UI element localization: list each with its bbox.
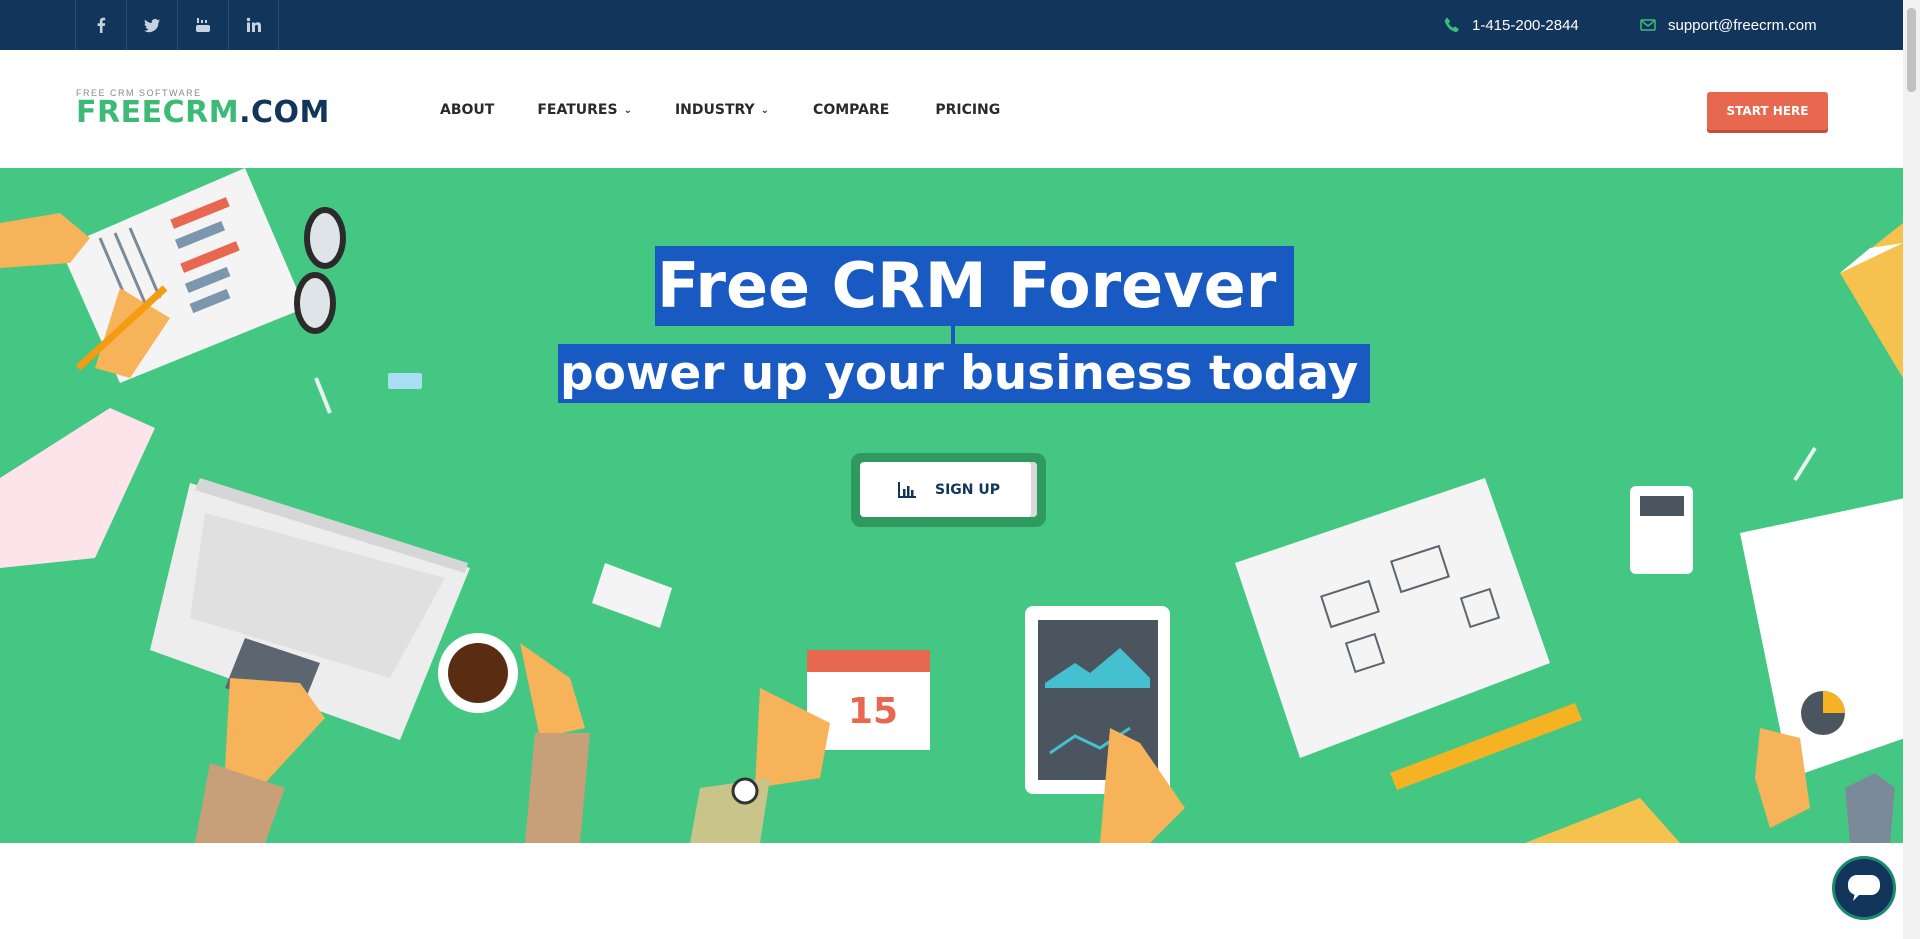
flowchart-illustration (1235, 478, 1550, 758)
chevron-down-icon: ⌄ (623, 104, 632, 116)
email-contact[interactable]: support@freecrm.com (1640, 0, 1817, 50)
selection-connector (951, 326, 955, 344)
logo-wordmark-navy: .COM (239, 95, 330, 130)
logo-wordmark-green: FREECRM (76, 95, 240, 130)
facebook-link[interactable] (75, 0, 126, 50)
nav-compare[interactable]: COMPARE (813, 102, 889, 118)
scrollbar-thumb[interactable] (1907, 8, 1916, 92)
signup-button[interactable]: SIGN UP (860, 462, 1037, 517)
nav-about[interactable]: ABOUT (440, 102, 494, 118)
chevron-down-icon: ⌄ (760, 104, 770, 116)
nav-pricing-label: PRICING (935, 102, 1001, 118)
email-address: support@freecrm.com (1668, 16, 1817, 34)
youtube-link[interactable] (177, 0, 228, 50)
linkedin-icon (246, 17, 261, 32)
phone-icon (1444, 17, 1459, 33)
nav-industry-label: INDUSTRY (674, 102, 755, 118)
logo-wordmark: FREECRM.COM (76, 98, 330, 128)
twitter-link[interactable] (126, 0, 177, 50)
nav-features[interactable]: FEATURES ⌄ (537, 102, 632, 118)
chat-bubble-icon (1848, 875, 1880, 901)
nav-industry[interactable]: INDUSTRY ⌄ (675, 102, 769, 118)
hero-subheadline: power up your business today (558, 344, 1371, 403)
main-header: FREE CRM SOFTWARE FREECRM.COM ABOUT FEAT… (0, 50, 1903, 168)
top-bar: 1-415-200-2844 support@freecrm.com (0, 0, 1903, 50)
nav-compare-label: COMPARE (813, 102, 890, 118)
social-links (75, 0, 279, 50)
bar-chart-icon (897, 481, 916, 498)
hero-banner: 15 Free CRM Forever power up your busine… (0, 168, 1903, 843)
nav-features-label: FEATURES (537, 102, 618, 118)
start-here-button[interactable]: START HERE (1707, 92, 1828, 130)
chat-widget-button[interactable] (1832, 856, 1896, 920)
linkedin-link[interactable] (228, 0, 279, 50)
youtube-icon (196, 18, 210, 32)
signup-button-focus-ring: SIGN UP (851, 453, 1046, 527)
envelope-icon (1640, 19, 1656, 31)
hero-headline: Free CRM Forever (655, 246, 1295, 326)
logo[interactable]: FREE CRM SOFTWARE FREECRM.COM (76, 88, 330, 128)
page-scrollbar[interactable] (1903, 0, 1920, 939)
facebook-icon (97, 17, 106, 33)
calendar-day: 15 (848, 691, 898, 732)
phone-contact[interactable]: 1-415-200-2844 (1444, 0, 1579, 50)
main-nav: ABOUT FEATURES ⌄ INDUSTRY ⌄ COMPARE PRICIN… (440, 102, 1043, 118)
nav-pricing[interactable]: PRICING (935, 102, 1000, 118)
nav-about-label: ABOUT (440, 102, 495, 118)
phone-number: 1-415-200-2844 (1472, 16, 1579, 34)
twitter-icon (144, 18, 160, 33)
signup-button-label: SIGN UP (934, 481, 1000, 498)
